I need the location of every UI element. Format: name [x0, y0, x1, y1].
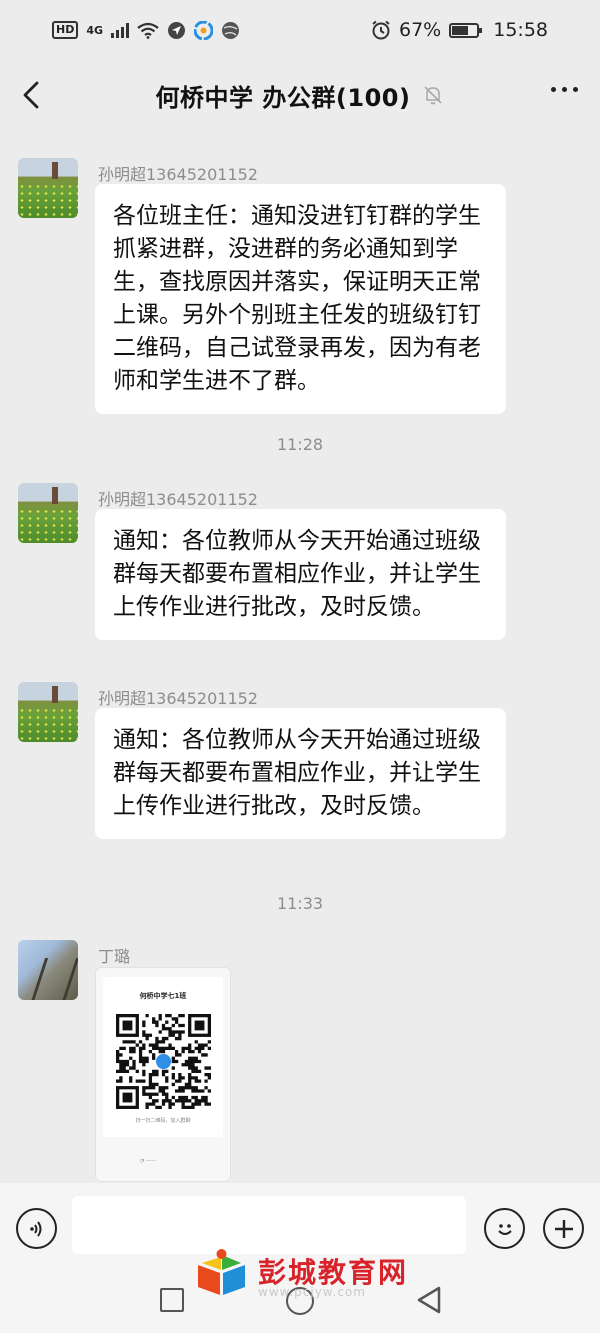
status-bar: HD 4G 67% 15:58: [0, 0, 600, 60]
recent-apps-button[interactable]: [160, 1288, 184, 1312]
mute-bell-icon: [424, 86, 443, 105]
sender-name: 孙明超13645201152: [98, 689, 258, 708]
timestamp: 11:33: [276, 894, 324, 913]
emoji-icon: [497, 1223, 512, 1235]
watermark-url: www.pcjyw.com: [258, 1285, 366, 1299]
sender-name: 丁璐: [98, 947, 131, 966]
nav-back-button[interactable]: [415, 1285, 443, 1315]
timestamp: 11:28: [276, 435, 324, 454]
avatar[interactable]: [18, 483, 78, 543]
sender-name: 孙明超13645201152: [98, 165, 258, 184]
message-bubble[interactable]: 各位班主任：通知没进钉钉群的学生抓紧进群，没进群的务必通知到学生，查找原因并落实…: [95, 184, 506, 414]
app-notification-icon: [194, 20, 214, 40]
avatar[interactable]: [18, 940, 78, 1000]
message-item: 丁璐 何桥中学七1班 扫一扫二维码，加入群聊 ◔ ——: [0, 940, 600, 1185]
qr-footer-logo: ◔ ——: [140, 1158, 156, 1164]
voice-input-button[interactable]: [16, 1208, 57, 1249]
message-bubble[interactable]: 通知：各位教师从今天开始通过班级群每天都要布置相应作业，并让学生上传作业进行批改…: [95, 708, 506, 839]
status-left: HD 4G: [52, 20, 240, 40]
clock: 15:58: [493, 19, 548, 41]
message-item: 孙明超13645201152 通知：各位教师从今天开始通过班级群每天都要布置相应…: [0, 682, 600, 867]
wifi-icon: [137, 22, 159, 39]
globe-icon: [222, 21, 240, 39]
message-input[interactable]: [72, 1196, 466, 1254]
hd-badge: HD: [52, 21, 79, 39]
qr-code: [116, 1014, 211, 1109]
message-bubble[interactable]: 通知：各位教师从今天开始通过班级群每天都要布置相应作业，并让学生上传作业进行批改…: [95, 509, 506, 640]
qr-group-name: 何桥中学七1班: [139, 992, 187, 1000]
avatar[interactable]: [18, 682, 78, 742]
location-app-icon: [168, 21, 186, 39]
back-arrow-icon[interactable]: [20, 81, 42, 109]
status-right: 67% 15:58: [371, 19, 548, 41]
watermark: 彭城教育网 www.pcjyw.com: [194, 1247, 414, 1302]
sender-name: 孙明超13645201152: [98, 490, 258, 509]
avatar[interactable]: [18, 158, 78, 218]
chat-title: 何桥中学 办公群(100): [155, 83, 411, 112]
qr-caption: 扫一扫二维码，加入群聊: [135, 1118, 191, 1124]
battery-icon: [449, 22, 483, 38]
signal-icon: [111, 22, 130, 38]
more-functions-button[interactable]: [543, 1208, 584, 1249]
more-options-icon[interactable]: [551, 87, 578, 92]
plus-icon: [554, 1219, 573, 1238]
qr-card-inner: 何桥中学七1班 扫一扫二维码，加入群聊: [103, 977, 223, 1137]
qr-image-message[interactable]: 何桥中学七1班 扫一扫二维码，加入群聊 ◔ ——: [95, 967, 231, 1182]
battery-percent: 67%: [399, 19, 442, 41]
voice-icon: [29, 1220, 41, 1237]
emoji-button[interactable]: [484, 1208, 525, 1249]
network-type: 4G: [86, 23, 104, 37]
message-item: 孙明超13645201152 通知：各位教师从今天开始通过班级群每天都要布置相应…: [0, 483, 600, 668]
watermark-logo-icon: [198, 1249, 245, 1295]
alarm-icon: [372, 20, 390, 40]
message-item: 孙明超13645201152 各位班主任：通知没进钉钉群的学生抓紧进群，没进群的…: [0, 158, 600, 414]
chat-header: 何桥中学 办公群(100): [0, 60, 600, 130]
